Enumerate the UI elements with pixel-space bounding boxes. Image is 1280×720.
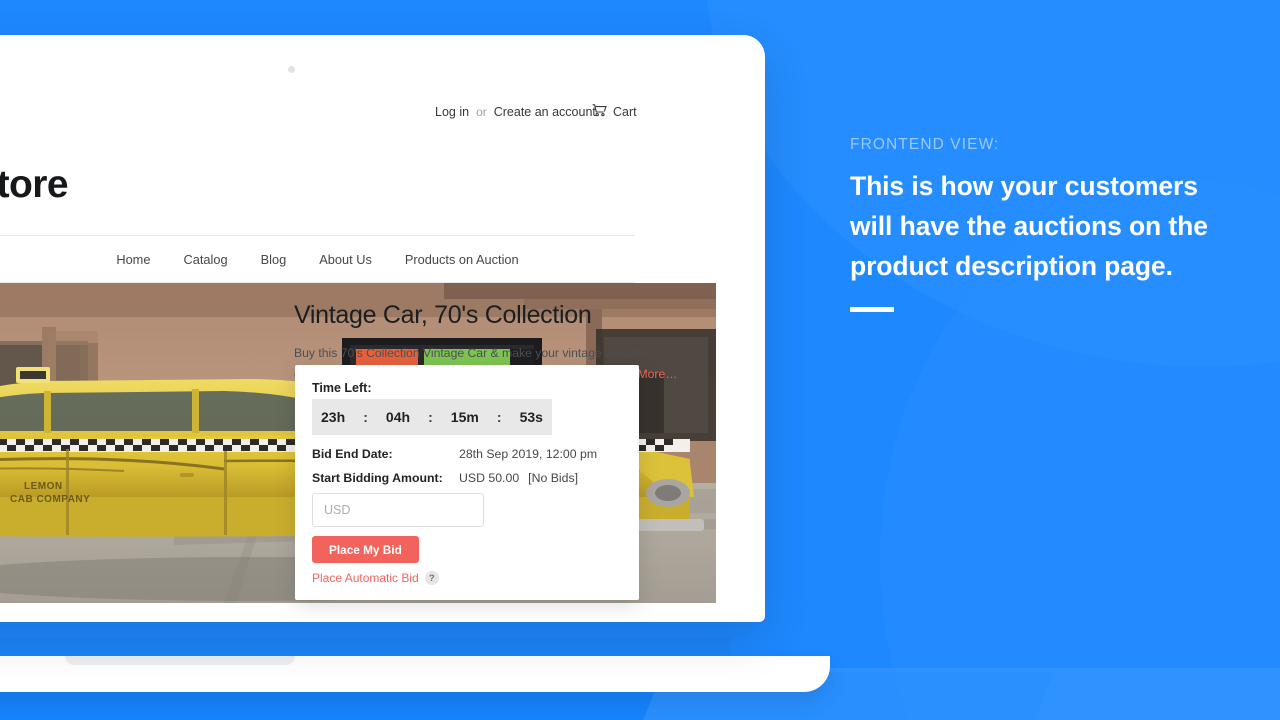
nav-item-blog[interactable]: Blog	[261, 252, 287, 267]
start-bidding-amount-value: USD 50.00	[459, 471, 520, 485]
nav-item-about-us[interactable]: About Us	[319, 252, 372, 267]
nav-item-catalog[interactable]: Catalog	[183, 252, 227, 267]
countdown-separator: :	[496, 409, 502, 425]
caption-headline: This is how your customers will have the…	[850, 171, 1208, 281]
main-nav: Home Catalog Blog About Us Products on A…	[0, 235, 635, 283]
automatic-bid-row: Place Automatic Bid ?	[312, 571, 439, 585]
countdown-separator: :	[363, 409, 368, 425]
store-page: Search Log in or Create an account	[0, 35, 765, 622]
auction-card: Time Left: 23h : 04h : 15m : 53s Bid End…	[295, 365, 639, 600]
slide-canvas: Search Log in or Create an account	[0, 0, 1280, 720]
product-title: Vintage Car, 70's Collection	[294, 301, 592, 329]
account-separator: or	[476, 105, 487, 119]
caption-rule	[850, 307, 894, 312]
laptop-mockup: Search Log in or Create an account	[0, 35, 830, 692]
caption-eyebrow: FRONTEND VIEW:	[850, 136, 1000, 153]
caption-panel: FRONTEND VIEW: This is how your customer…	[850, 136, 1220, 312]
account-links: Log in or Create an account	[435, 105, 596, 119]
svg-text:CAB COMPANY: CAB COMPANY	[10, 494, 90, 505]
countdown-timer: 23h : 04h : 15m : 53s	[312, 399, 552, 435]
place-my-bid-button[interactable]: Place My Bid	[312, 536, 419, 563]
nav-item-home[interactable]: Home	[116, 252, 150, 267]
create-account-link[interactable]: Create an account	[494, 105, 596, 119]
utility-bar: Search Log in or Create an account	[0, 93, 765, 131]
start-bidding-amount-row: Start Bidding Amount: USD 50.00 [No Bids…	[312, 471, 622, 485]
place-automatic-bid-link[interactable]: Place Automatic Bid	[312, 571, 419, 585]
login-link[interactable]: Log in	[435, 105, 469, 119]
webcam-dot	[288, 66, 295, 73]
time-left-label: Time Left:	[312, 381, 372, 395]
laptop-screen: Search Log in or Create an account	[0, 35, 765, 622]
countdown-hours-left: 23h	[321, 409, 346, 425]
help-icon[interactable]: ?	[424, 571, 439, 585]
bid-end-date-label: Bid End Date:	[312, 447, 393, 461]
start-bidding-amount-label: Start Bidding Amount:	[312, 471, 443, 485]
bid-end-date-row: Bid End Date: 28th Sep 2019, 12:00 pm	[312, 447, 622, 461]
store-title-text: Demo Store	[0, 163, 69, 206]
svg-text:LEMON: LEMON	[24, 481, 63, 492]
countdown-seconds: 53s	[519, 409, 543, 425]
bid-end-date-value: 28th Sep 2019, 12:00 pm	[459, 447, 598, 461]
shopping-cart-icon	[592, 104, 607, 120]
bid-amount-input[interactable]	[312, 493, 484, 527]
countdown-minutes: 15m	[450, 409, 479, 425]
laptop-base	[0, 656, 830, 692]
cart-label: Cart	[613, 105, 637, 119]
store-title: Demo Store	[0, 163, 765, 207]
bids-status-badge: [No Bids]	[528, 471, 579, 485]
countdown-separator: :	[428, 409, 433, 425]
cart-button[interactable]: Cart	[592, 104, 637, 120]
nav-item-products-on-auction[interactable]: Products on Auction	[405, 252, 519, 267]
countdown-hours: 04h	[385, 409, 411, 425]
